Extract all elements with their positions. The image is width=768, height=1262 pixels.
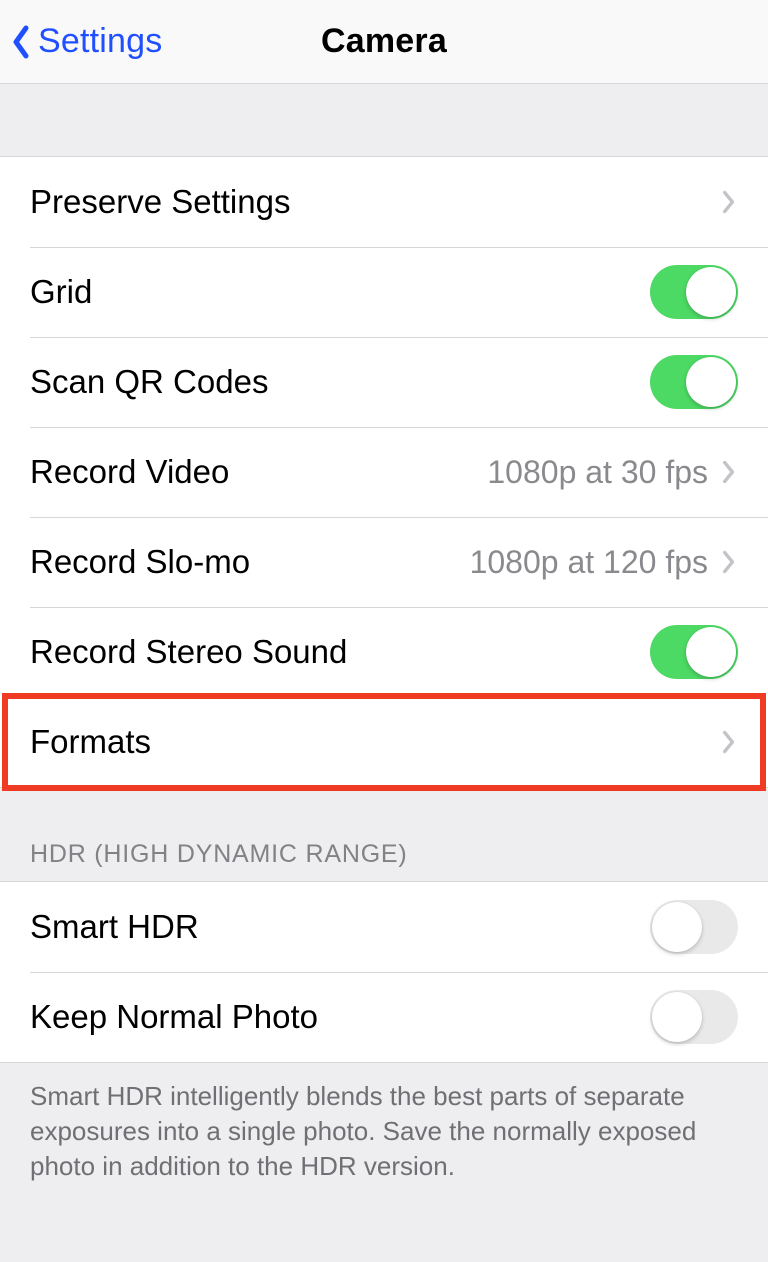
record-slomo-label: Record Slo-mo — [30, 543, 470, 581]
record-slomo-value: 1080p at 120 fps — [470, 544, 708, 581]
page-title: Camera — [321, 22, 447, 61]
scan-qr-label: Scan QR Codes — [30, 363, 650, 401]
smart-hdr-toggle[interactable] — [650, 900, 738, 954]
chevron-left-icon — [8, 22, 34, 62]
stereo-sound-label: Record Stereo Sound — [30, 633, 650, 671]
chevron-right-icon — [720, 547, 738, 577]
grid-toggle[interactable] — [650, 265, 738, 319]
grid-row: Grid — [0, 247, 768, 337]
navbar: Settings Camera — [0, 0, 768, 84]
scan-qr-toggle[interactable] — [650, 355, 738, 409]
hdr-group: Smart HDR Keep Normal Photo — [0, 881, 768, 1063]
chevron-right-icon — [720, 457, 738, 487]
preserve-settings-label: Preserve Settings — [30, 183, 720, 221]
chevron-right-icon — [720, 187, 738, 217]
preserve-settings-row[interactable]: Preserve Settings — [0, 157, 768, 247]
spacer — [0, 84, 768, 156]
record-slomo-row[interactable]: Record Slo-mo 1080p at 120 fps — [0, 517, 768, 607]
hdr-section-header: HDR (HIGH DYNAMIC RANGE) — [0, 788, 768, 881]
back-label: Settings — [38, 22, 162, 61]
formats-row[interactable]: Formats — [0, 697, 768, 787]
formats-label: Formats — [30, 723, 720, 761]
record-video-row[interactable]: Record Video 1080p at 30 fps — [0, 427, 768, 517]
keep-normal-row: Keep Normal Photo — [0, 972, 768, 1062]
smart-hdr-row: Smart HDR — [0, 882, 768, 972]
stereo-sound-toggle[interactable] — [650, 625, 738, 679]
smart-hdr-label: Smart HDR — [30, 908, 650, 946]
record-video-value: 1080p at 30 fps — [487, 454, 708, 491]
grid-label: Grid — [30, 273, 650, 311]
keep-normal-label: Keep Normal Photo — [30, 998, 650, 1036]
record-video-label: Record Video — [30, 453, 487, 491]
scan-qr-row: Scan QR Codes — [0, 337, 768, 427]
keep-normal-toggle[interactable] — [650, 990, 738, 1044]
back-button[interactable]: Settings — [8, 22, 162, 62]
chevron-right-icon — [720, 727, 738, 757]
settings-group-1: Preserve Settings Grid Scan QR Codes Rec… — [0, 156, 768, 788]
hdr-footer: Smart HDR intelligently blends the best … — [0, 1063, 768, 1224]
stereo-sound-row: Record Stereo Sound — [0, 607, 768, 697]
